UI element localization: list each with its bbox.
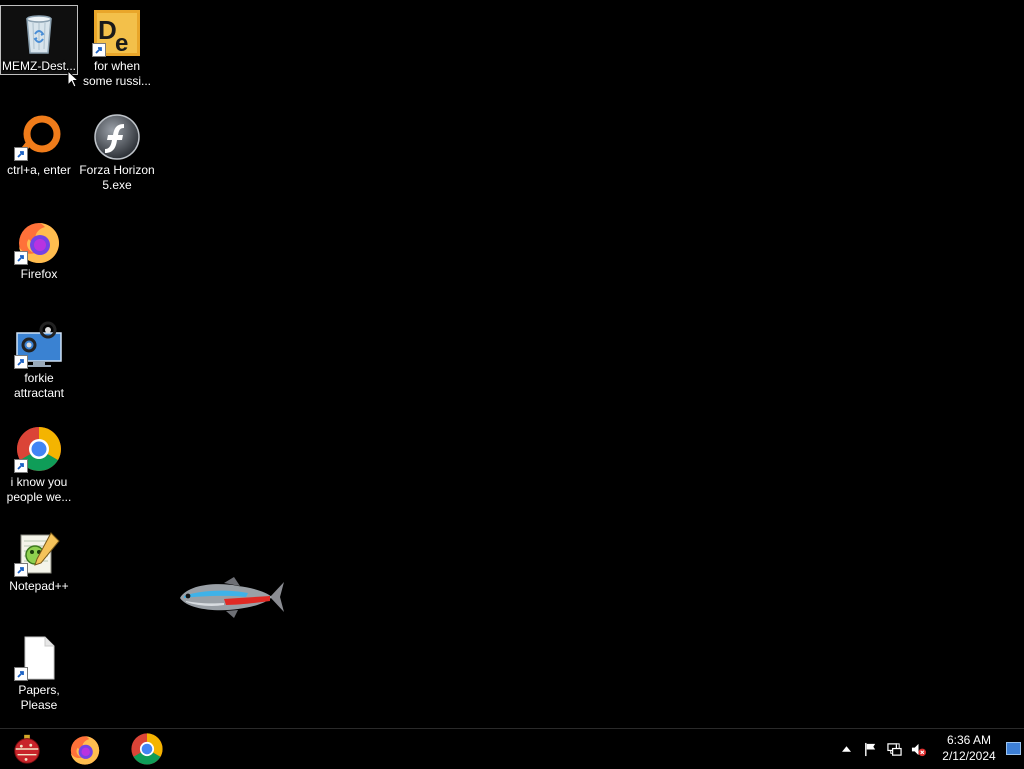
taskbar-chrome-button[interactable] — [128, 731, 166, 767]
desktop-icon-recycle-bin[interactable]: MEMZ-Dest... — [0, 5, 78, 75]
show-desktop-button[interactable] — [1006, 742, 1021, 755]
taskbar-firefox-button[interactable] — [66, 731, 104, 767]
start-button[interactable] — [8, 731, 46, 767]
desktop-icon-for-when-some-russi[interactable]: D e for when some russi... — [78, 5, 156, 105]
desktop-icon-ctrl-a-enter[interactable]: ctrl+a, enter — [0, 109, 78, 209]
shortcut-arrow-icon — [92, 43, 106, 57]
clock-date: 2/12/2024 — [942, 749, 996, 763]
chevron-up-icon[interactable] — [838, 729, 854, 769]
desktop-icon-forza-horizon-5[interactable]: Forza Horizon 5.exe — [78, 109, 156, 209]
shortcut-arrow-icon — [14, 147, 28, 161]
desktop-icon-label: Firefox — [20, 267, 58, 281]
svg-text:D: D — [98, 15, 117, 45]
neon-tetra-fish-icon — [178, 574, 286, 620]
desktop-icon-label: for when some russi... — [82, 59, 151, 88]
desktop-icon-notepad-plus-plus[interactable]: Notepad++ — [0, 525, 78, 625]
christmas-ornament-icon — [14, 734, 40, 764]
system-clock[interactable]: 6:36 AM 2/12/2024 — [932, 732, 1006, 764]
svg-text:e: e — [115, 30, 128, 57]
desktop-icon-label: Notepad++ — [9, 579, 69, 593]
shortcut-arrow-icon — [14, 563, 28, 577]
taskbar: 6:36 AM 2/12/2024 — [0, 728, 1024, 768]
firefox-icon — [70, 736, 100, 765]
clock-time: 6:36 AM — [946, 733, 992, 747]
shortcut-arrow-icon — [14, 355, 28, 369]
recycle-bin-icon — [15, 9, 63, 57]
shortcut-arrow-icon — [14, 459, 28, 473]
chrome-icon — [131, 733, 163, 765]
desktop-icon-label: Papers, Please — [18, 683, 60, 712]
desktop-icon-label: ctrl+a, enter — [7, 163, 71, 177]
shortcut-arrow-icon — [14, 667, 28, 681]
desktop-icon-forkie-attractant[interactable]: forkie attractant — [0, 317, 78, 417]
desktop-icon-label: Forza Horizon 5.exe — [79, 163, 155, 192]
desktop-icon-label: i know you people we... — [6, 475, 72, 504]
desktop-icon-i-know-you-people[interactable]: i know you people we... — [0, 421, 78, 521]
mouse-cursor-icon — [67, 69, 80, 88]
desktop-icon-firefox[interactable]: Firefox — [0, 213, 78, 313]
volume-muted-icon[interactable] — [908, 729, 928, 769]
desktop-icon-papers-please[interactable]: Papers, Please — [0, 629, 78, 729]
network-icon[interactable] — [884, 729, 904, 769]
desktop-icon-label: forkie attractant — [13, 371, 65, 400]
desktop[interactable]: MEMZ-Dest... D e for when some russi... — [0, 0, 1024, 728]
action-center-flag-icon[interactable] — [860, 729, 880, 769]
shortcut-arrow-icon — [14, 251, 28, 265]
flash-player-icon — [93, 113, 141, 161]
